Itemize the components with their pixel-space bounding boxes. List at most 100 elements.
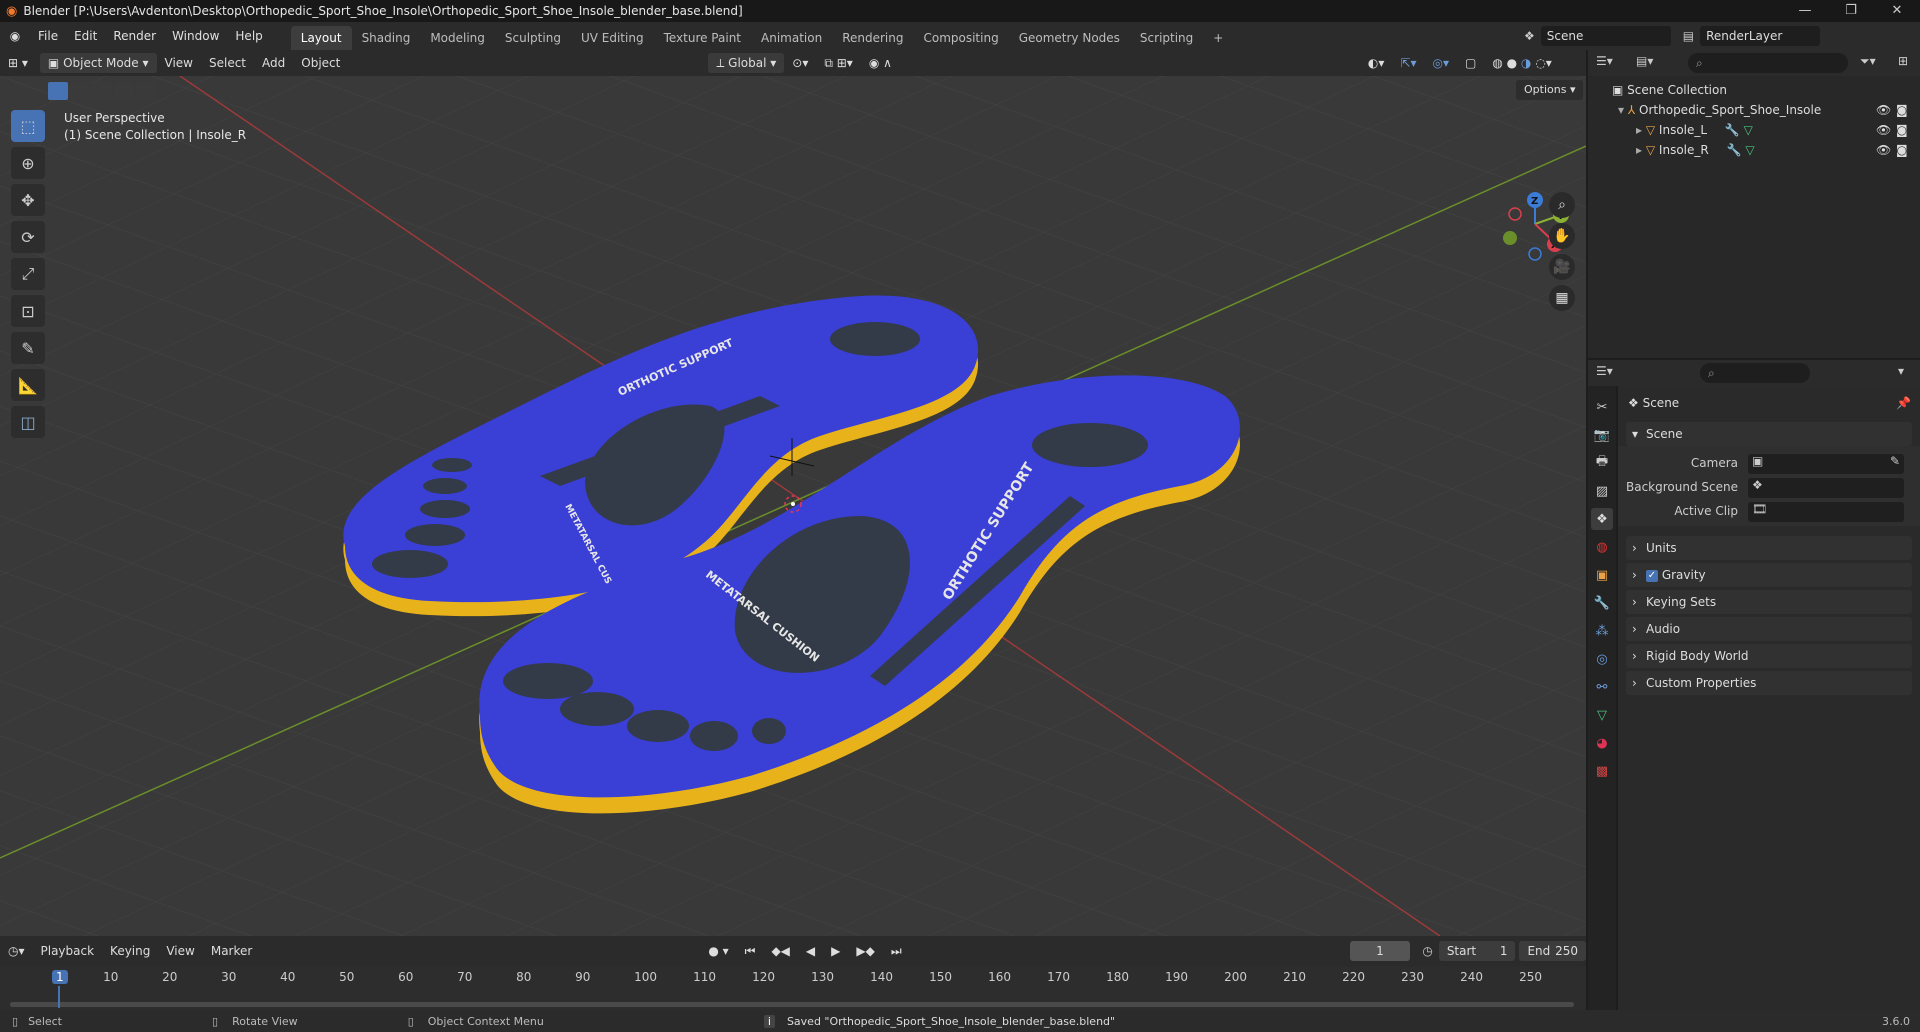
render-tab-icon[interactable]: 📷 xyxy=(1591,424,1613,446)
rotate-tool-icon[interactable]: ⟳ xyxy=(11,221,45,253)
tab-sculpting[interactable]: Sculpting xyxy=(495,26,571,50)
editor-type-button[interactable]: ⊞ ▾ xyxy=(0,52,36,74)
start-field[interactable]: Start 1 xyxy=(1438,941,1516,961)
panel-units[interactable]: › Units xyxy=(1626,536,1912,560)
panel-gravity[interactable]: › ✓ Gravity xyxy=(1626,563,1912,587)
modifier-tab-icon[interactable]: 🔧 xyxy=(1591,592,1613,614)
playhead-line[interactable] xyxy=(58,986,60,1008)
tab-modeling[interactable]: Modeling xyxy=(420,26,495,50)
timeline-menu-keying[interactable]: Keying xyxy=(102,940,158,962)
proportional-edit-icon[interactable]: ◉ ∧ xyxy=(861,52,900,74)
move-tool-icon[interactable]: ✥ xyxy=(11,184,45,216)
output-tab-icon[interactable]: 🖶 xyxy=(1591,452,1613,474)
vp-menu-view[interactable]: View xyxy=(157,52,201,74)
options-dropdown[interactable]: Options ▾ xyxy=(1516,80,1584,100)
camera-icon[interactable]: ◙ xyxy=(1896,120,1908,140)
scale-tool-icon[interactable]: ⤢ xyxy=(11,258,45,290)
scene-selector[interactable]: Scene xyxy=(1540,26,1671,46)
world-tab-icon[interactable]: ◍ xyxy=(1591,536,1613,558)
menu-edit[interactable]: Edit xyxy=(66,22,105,50)
properties-editor-icon[interactable]: ☰▾ xyxy=(1596,364,1613,378)
clock-icon[interactable]: ◷ xyxy=(1422,944,1432,958)
visibility-icon[interactable]: ◐▾ xyxy=(1360,52,1393,74)
camera-view-icon[interactable]: 🎥 xyxy=(1549,254,1575,280)
select-intersect-icon[interactable] xyxy=(136,82,156,100)
transform-orientation-dropdown[interactable]: ⟂ Global ▾ xyxy=(708,53,785,73)
outliner-root-row[interactable]: ▣ Scene Collection xyxy=(1588,80,1920,100)
timeline-menu-playback[interactable]: Playback xyxy=(33,940,103,962)
expand-down-icon[interactable]: ▾ xyxy=(1618,103,1624,117)
view-layer-tab-icon[interactable]: ▨ xyxy=(1591,480,1613,502)
shading-modes-icon[interactable]: ◍ ● ◑ ◌▾ xyxy=(1484,52,1559,74)
gravity-checkbox[interactable]: ✓ xyxy=(1646,569,1658,582)
timeline-menu-view[interactable]: View xyxy=(158,940,202,962)
mode-dropdown[interactable]: ▣ Object Mode ▾ xyxy=(39,53,157,73)
pin-icon[interactable]: 📌 xyxy=(1896,396,1911,410)
timeline[interactable]: 1 10 20 30 40 50 60 70 80 90 100 110 120 130 140 150 160… xyxy=(0,966,1586,1010)
pivot-point-icon[interactable]: ⊙▾ xyxy=(784,52,816,74)
eye-icon[interactable]: 👁 xyxy=(1876,120,1891,140)
3d-viewport[interactable]: ORTHOTIC SUPPORT METATARSAL CUSHION ORTH… xyxy=(0,76,1586,936)
maximize-button[interactable]: ❐ xyxy=(1828,0,1874,22)
particles-tab-icon[interactable]: ⁂ xyxy=(1591,620,1613,642)
pan-hand-icon[interactable]: ✋ xyxy=(1549,223,1575,249)
xray-icon[interactable]: ▢ xyxy=(1457,52,1484,74)
close-button[interactable]: ✕ xyxy=(1874,0,1920,22)
next-keyframe-icon[interactable]: ▶◆ xyxy=(848,940,882,962)
panel-scene[interactable]: ▾ Scene xyxy=(1626,422,1912,446)
data-tab-icon[interactable]: ▽ xyxy=(1591,704,1613,726)
annotate-tool-icon[interactable]: ✎ xyxy=(11,332,45,364)
select-new-icon[interactable] xyxy=(48,82,68,100)
jump-end-icon[interactable]: ⏭ xyxy=(883,940,910,962)
select-subtract-icon[interactable] xyxy=(92,82,112,100)
tab-geometry-nodes[interactable]: Geometry Nodes xyxy=(1009,26,1130,50)
tab-texture-paint[interactable]: Texture Paint xyxy=(654,26,751,50)
tab-shading[interactable]: Shading xyxy=(352,26,421,50)
outliner-editor-icon[interactable]: ☰▾ xyxy=(1596,54,1613,68)
outliner-search-input[interactable]: ⌕ xyxy=(1688,53,1848,73)
camera-icon[interactable]: ◙ xyxy=(1896,140,1908,160)
eyedropper-icon[interactable]: ✎ xyxy=(1890,454,1900,468)
expand-right-icon[interactable]: ▸ xyxy=(1636,123,1642,137)
new-collection-icon[interactable]: ⊞ xyxy=(1898,54,1908,68)
expand-right-icon[interactable]: ▸ xyxy=(1636,143,1642,157)
properties-search-input[interactable]: ⌕ xyxy=(1700,363,1810,383)
tab-uv-editing[interactable]: UV Editing xyxy=(571,26,654,50)
vp-menu-select[interactable]: Select xyxy=(201,52,254,74)
blender-menu-icon[interactable]: ◉ xyxy=(0,29,30,43)
jump-start-icon[interactable]: ⏮ xyxy=(737,940,764,962)
add-cube-tool-icon[interactable]: ◫ xyxy=(11,406,45,438)
texture-tab-icon[interactable]: ▩ xyxy=(1591,760,1613,782)
eye-icon[interactable]: 👁 xyxy=(1876,100,1891,120)
timeline-scrollbar[interactable] xyxy=(10,1002,1574,1007)
panel-keying-sets[interactable]: › Keying Sets xyxy=(1626,590,1912,614)
outliner-item-insole-r[interactable]: ▸ ▽ Insole_R 🔧 ▽ 👁 ◙ xyxy=(1588,140,1920,160)
menu-render[interactable]: Render xyxy=(105,22,164,50)
tab-scripting[interactable]: Scripting xyxy=(1130,26,1203,50)
current-frame-field[interactable]: 1 xyxy=(1349,941,1411,961)
prev-keyframe-icon[interactable]: ◆◀ xyxy=(763,940,797,962)
panel-custom-properties[interactable]: › Custom Properties xyxy=(1626,671,1912,695)
material-tab-icon[interactable]: ◕ xyxy=(1591,732,1613,754)
measure-tool-icon[interactable]: 📐 xyxy=(11,369,45,401)
tab-layout[interactable]: Layout xyxy=(290,26,352,50)
scene-tab-icon[interactable]: ❖ xyxy=(1591,508,1613,530)
panel-audio[interactable]: › Audio xyxy=(1626,617,1912,641)
add-workspace-button[interactable]: + xyxy=(1203,26,1233,50)
select-invert-icon[interactable] xyxy=(114,82,134,100)
camera-icon[interactable]: ◙ xyxy=(1896,100,1908,120)
outliner-item-insole-l[interactable]: ▸ ▽ Insole_L 🔧 ▽ 👁 ◙ xyxy=(1588,120,1920,140)
transform-tool-icon[interactable]: ⊡ xyxy=(11,295,45,327)
object-tab-icon[interactable]: ▣ xyxy=(1591,564,1613,586)
display-mode-icon[interactable]: ▤▾ xyxy=(1636,54,1653,68)
constraints-tab-icon[interactable]: ⚯ xyxy=(1591,676,1613,698)
chevron-down-icon[interactable]: ▾ xyxy=(1898,364,1904,378)
overlay-toggle-icon[interactable]: ◎▾ xyxy=(1425,52,1458,74)
timeline-menu-marker[interactable]: Marker xyxy=(203,940,260,962)
vp-menu-add[interactable]: Add xyxy=(254,52,293,74)
background-scene-field[interactable]: ❖ xyxy=(1748,478,1904,498)
menu-window[interactable]: Window xyxy=(164,22,227,50)
gizmo-neg-y-icon[interactable] xyxy=(1503,231,1517,245)
tab-compositing[interactable]: Compositing xyxy=(913,26,1008,50)
panel-rigid-body-world[interactable]: › Rigid Body World xyxy=(1626,644,1912,668)
